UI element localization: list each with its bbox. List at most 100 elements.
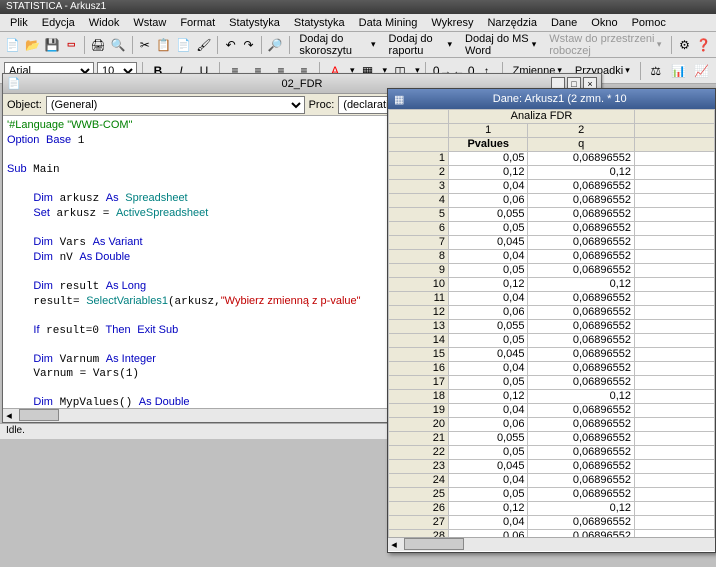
cell-pvalue[interactable]: 0,05	[449, 376, 528, 390]
row-header[interactable]: 16	[389, 362, 449, 376]
help-icon[interactable]: ❓	[695, 35, 712, 55]
cell-q[interactable]: 0,06896552	[528, 446, 635, 460]
cell-q[interactable]: 0,06896552	[528, 404, 635, 418]
menu-plik[interactable]: Plik	[4, 16, 34, 30]
row-header[interactable]: 25	[389, 488, 449, 502]
menu-pomoc[interactable]: Pomoc	[626, 16, 672, 30]
cell-pvalue[interactable]: 0,05	[449, 446, 528, 460]
table-row[interactable]: 200,060,06896552	[389, 418, 715, 432]
row-header[interactable]: 3	[389, 180, 449, 194]
table-row[interactable]: 120,060,06896552	[389, 306, 715, 320]
table-row[interactable]: 130,0550,06896552	[389, 320, 715, 334]
cell-q[interactable]: 0,06896552	[528, 180, 635, 194]
cell-pvalue[interactable]: 0,05	[449, 264, 528, 278]
menu-format[interactable]: Format	[174, 16, 221, 30]
row-header[interactable]: 6	[389, 222, 449, 236]
row-header[interactable]: 28	[389, 530, 449, 538]
data-window-titlebar[interactable]: ▦ Dane: Arkusz1 (2 zmn. * 10	[388, 89, 715, 109]
row-header[interactable]: 26	[389, 502, 449, 516]
cell-q[interactable]: 0,06896552	[528, 222, 635, 236]
table-row[interactable]: 90,050,06896552	[389, 264, 715, 278]
format-paint-icon[interactable]: 🖌	[195, 35, 212, 55]
cell-q[interactable]: 0,12	[528, 390, 635, 404]
table-row[interactable]: 160,040,06896552	[389, 362, 715, 376]
table-row[interactable]: 180,120,12	[389, 390, 715, 404]
cell-pvalue[interactable]: 0,04	[449, 474, 528, 488]
cell-q[interactable]: 0,06896552	[528, 418, 635, 432]
options-icon[interactable]: ⚙	[677, 35, 692, 55]
cell-pvalue[interactable]: 0,05	[449, 488, 528, 502]
graph-icon[interactable]: 📈	[692, 61, 712, 81]
cell-q[interactable]: 0,06896552	[528, 432, 635, 446]
cell-q[interactable]: 0,06896552	[528, 348, 635, 362]
table-row[interactable]: 80,040,06896552	[389, 250, 715, 264]
find-icon[interactable]: 🔎	[267, 35, 284, 55]
table-row[interactable]: 270,040,06896552	[389, 516, 715, 530]
row-header[interactable]: 13	[389, 320, 449, 334]
add-workbook-button[interactable]: Dodaj do skoroszytu▾	[294, 35, 380, 55]
menu-wstaw[interactable]: Wstaw	[127, 16, 172, 30]
cell-pvalue[interactable]: 0,06	[449, 530, 528, 538]
new-icon[interactable]: 📄	[4, 35, 21, 55]
cell-q[interactable]: 0,06896552	[528, 516, 635, 530]
undo-icon[interactable]: ↶	[223, 35, 238, 55]
row-header[interactable]: 21	[389, 432, 449, 446]
cell-q[interactable]: 0,06896552	[528, 194, 635, 208]
row-header[interactable]: 5	[389, 208, 449, 222]
row-header[interactable]: 20	[389, 418, 449, 432]
table-row[interactable]: 260,120,12	[389, 502, 715, 516]
cell-pvalue[interactable]: 0,04	[449, 362, 528, 376]
cell-pvalue[interactable]: 0,12	[449, 166, 528, 180]
cell-pvalue[interactable]: 0,04	[449, 292, 528, 306]
object-select[interactable]: (General)	[46, 96, 305, 114]
cell-q[interactable]: 0,06896552	[528, 474, 635, 488]
cell-pvalue[interactable]: 0,055	[449, 432, 528, 446]
row-header[interactable]: 19	[389, 404, 449, 418]
row-header[interactable]: 24	[389, 474, 449, 488]
add-msword-button[interactable]: Dodaj do MS Word▾	[460, 35, 541, 55]
cell-pvalue[interactable]: 0,04	[449, 516, 528, 530]
menu-widok[interactable]: Widok	[83, 16, 126, 30]
menu-edycja[interactable]: Edycja	[36, 16, 81, 30]
cell-q[interactable]: 0,06896552	[528, 152, 635, 166]
row-header[interactable]: 23	[389, 460, 449, 474]
cell-pvalue[interactable]: 0,06	[449, 306, 528, 320]
col-header-q[interactable]: q	[528, 138, 635, 152]
cell-q[interactable]: 0,12	[528, 502, 635, 516]
row-header[interactable]: 18	[389, 390, 449, 404]
table-row[interactable]: 10,050,06896552	[389, 152, 715, 166]
open-icon[interactable]: 📂	[24, 35, 41, 55]
menu-datamining[interactable]: Data Mining	[353, 16, 424, 30]
row-header[interactable]: 14	[389, 334, 449, 348]
table-row[interactable]: 140,050,06896552	[389, 334, 715, 348]
table-row[interactable]: 150,0450,06896552	[389, 348, 715, 362]
filter-icon[interactable]: ⚖	[646, 61, 666, 81]
table-row[interactable]: 100,120,12	[389, 278, 715, 292]
row-header[interactable]: 9	[389, 264, 449, 278]
table-row[interactable]: 30,040,06896552	[389, 180, 715, 194]
table-row[interactable]: 110,040,06896552	[389, 292, 715, 306]
cut-icon[interactable]: ✂	[137, 35, 152, 55]
cell-q[interactable]: 0,12	[528, 278, 635, 292]
cell-q[interactable]: 0,06896552	[528, 236, 635, 250]
menu-statystyka[interactable]: Statystyka	[223, 16, 286, 30]
col-num-2[interactable]: 2	[528, 124, 635, 138]
cell-pvalue[interactable]: 0,045	[449, 348, 528, 362]
cell-q[interactable]: 0,06896552	[528, 334, 635, 348]
table-row[interactable]: 40,060,06896552	[389, 194, 715, 208]
row-header[interactable]: 27	[389, 516, 449, 530]
cell-q[interactable]: 0,06896552	[528, 250, 635, 264]
paste-icon[interactable]: 📄	[175, 35, 192, 55]
cell-pvalue[interactable]: 0,12	[449, 502, 528, 516]
col-header-pvalues[interactable]: Pvalues	[449, 138, 528, 152]
data-grid[interactable]: Analiza FDR 12 Pvaluesq 10,050,068965522…	[388, 109, 715, 537]
redo-icon[interactable]: ↷	[241, 35, 256, 55]
cell-pvalue[interactable]: 0,055	[449, 320, 528, 334]
table-row[interactable]: 220,050,06896552	[389, 446, 715, 460]
cell-q[interactable]: 0,06896552	[528, 264, 635, 278]
menu-wykresy[interactable]: Wykresy	[425, 16, 479, 30]
cell-pvalue[interactable]: 0,05	[449, 334, 528, 348]
table-row[interactable]: 50,0550,06896552	[389, 208, 715, 222]
cell-pvalue[interactable]: 0,045	[449, 236, 528, 250]
cell-pvalue[interactable]: 0,04	[449, 250, 528, 264]
